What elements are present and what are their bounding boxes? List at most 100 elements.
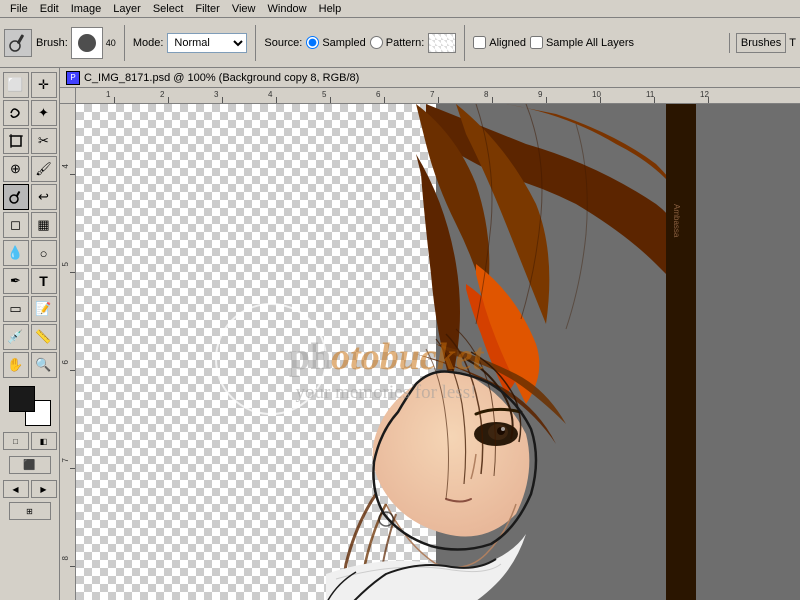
doc-icon: P [66, 71, 80, 85]
menu-edit[interactable]: Edit [34, 2, 65, 16]
ruler-h-mark-3: 3 [214, 90, 218, 99]
shape-tool[interactable]: ▭ [3, 296, 29, 322]
ruler-h-mark-5: 5 [322, 90, 326, 99]
tool-row-4: ⊕ 🖌 [3, 156, 57, 182]
ruler-h-tick-1 [114, 97, 115, 103]
tool-row-7: 💧 ○ [3, 240, 57, 266]
nav-right[interactable]: ▶ [31, 480, 57, 498]
canvas-title-text: C_IMG_8171.psd @ 100% (Background copy 8… [84, 72, 359, 84]
lasso-tool[interactable] [3, 100, 29, 126]
main-toolbar: Brush: 40 Mode: Normal Source: Sampled P… [0, 18, 800, 68]
healing-tool[interactable]: ⊕ [3, 156, 29, 182]
ruler-h-tick-3 [222, 97, 223, 103]
tool-row-3: ✂ [3, 128, 57, 154]
nav-area: ◀ ▶ [3, 480, 57, 498]
sampled-label: Sampled [322, 37, 365, 49]
ruler-h-mark-4: 4 [268, 90, 272, 99]
separator-2 [255, 25, 256, 61]
menu-layer[interactable]: Layer [107, 2, 147, 16]
tool-row-5: ↩ [3, 184, 57, 210]
gradient-tool[interactable]: ▦ [31, 212, 57, 238]
ruler-h-tick-6 [384, 97, 385, 103]
pattern-radio[interactable] [370, 36, 383, 49]
tool-row-9: ▭ 📝 [3, 296, 57, 322]
ruler-v-tick-4 [70, 174, 75, 175]
separator-3 [464, 25, 465, 61]
ruler-h-mark-9: 9 [538, 90, 542, 99]
slice-tool[interactable]: ✂ [31, 128, 57, 154]
pattern-swatch[interactable] [428, 33, 456, 53]
ruler-v-tick-5 [70, 272, 75, 273]
menu-select[interactable]: Select [147, 2, 190, 16]
quickmask-mode[interactable]: ◧ [31, 432, 57, 450]
menu-help[interactable]: Help [313, 2, 348, 16]
aligned-checkbox[interactable] [473, 36, 486, 49]
nav-area-2: ⊞ [9, 502, 51, 520]
brush-preview[interactable] [71, 27, 103, 59]
eyedropper-tool[interactable]: 💉 [3, 324, 29, 350]
source-label: Source: [264, 37, 302, 49]
nav-left[interactable]: ◀ [3, 480, 29, 498]
ruler-h-tick-11 [654, 97, 655, 103]
ruler-h-tick-12 [708, 97, 709, 103]
ruler-h-tick-9 [546, 97, 547, 103]
text-tool[interactable]: T [31, 268, 57, 294]
tool-row-6: ◻ ▦ [3, 212, 57, 238]
sampled-radio-group: Sampled [306, 36, 365, 49]
canvas-titlebar: P C_IMG_8171.psd @ 100% (Background copy… [60, 68, 800, 88]
brush-tool[interactable]: 🖌 [31, 156, 57, 182]
crop-tool[interactable] [3, 128, 29, 154]
menu-window[interactable]: Window [262, 2, 313, 16]
menu-image[interactable]: Image [65, 2, 108, 16]
canvas-workspace[interactable]: Ambassa ph [76, 104, 800, 600]
mode-dropdown[interactable]: Normal [167, 33, 247, 53]
menu-filter[interactable]: Filter [189, 2, 225, 16]
ruler-h-mark-2: 2 [160, 90, 164, 99]
history-brush-tool[interactable]: ↩ [31, 184, 57, 210]
dodge-tool[interactable]: ○ [31, 240, 57, 266]
screen-mode-area: ⬛ [9, 456, 51, 474]
mode-area: □ ◧ [3, 432, 57, 450]
aligned-check-group: Aligned [473, 36, 526, 49]
measure-tool[interactable]: 📏 [31, 324, 57, 350]
ruler-h-tick-7 [438, 97, 439, 103]
ruler-h-tick-10 [600, 97, 601, 103]
hand-tool[interactable]: ✋ [3, 352, 29, 378]
ruler-v-mark-7: 7 [61, 458, 70, 462]
pattern-radio-group: Pattern: [370, 36, 425, 49]
menu-file[interactable]: File [4, 2, 34, 16]
brushes-button[interactable]: Brushes [736, 33, 786, 53]
tool-row-2: ✦ [3, 100, 57, 126]
zoom-tool[interactable]: 🔍 [31, 352, 57, 378]
ruler-v-mark-4: 4 [61, 164, 70, 168]
ruler-h-tick-4 [276, 97, 277, 103]
tool-row-11: ✋ 🔍 [3, 352, 57, 378]
brush-label: Brush: [36, 37, 68, 49]
eraser-tool[interactable]: ◻ [3, 212, 29, 238]
move-tool[interactable]: ✛ [31, 72, 57, 98]
t-label: T [789, 37, 796, 49]
standard-mode[interactable]: □ [3, 432, 29, 450]
v-ruler-content: 45678 [60, 104, 75, 600]
notes-tool[interactable]: 📝 [31, 296, 57, 322]
sample-all-checkbox[interactable] [530, 36, 543, 49]
separator-1 [124, 25, 125, 61]
clone-stamp-tool-icon[interactable] [4, 29, 32, 57]
ruler-h-mark-6: 6 [376, 90, 380, 99]
ruler-v-mark-5: 5 [61, 262, 70, 266]
left-ruler: 45678 [60, 104, 76, 600]
menu-view[interactable]: View [226, 2, 262, 16]
foreground-color[interactable] [9, 386, 35, 412]
blur-tool[interactable]: 💧 [3, 240, 29, 266]
ruler-corner [60, 88, 76, 104]
svg-text:Ambassa: Ambassa [672, 204, 681, 238]
magic-wand-tool[interactable]: ✦ [31, 100, 57, 126]
nav-btn-1[interactable]: ⊞ [9, 502, 51, 520]
ruler-v-tick-6 [70, 370, 75, 371]
screen-mode-btn[interactable]: ⬛ [9, 456, 51, 474]
pen-tool[interactable]: ✒ [3, 268, 29, 294]
sampled-radio[interactable] [306, 36, 319, 49]
h-ruler-content: 123456789101112 [76, 88, 800, 103]
clone-stamp-tool[interactable] [3, 184, 29, 210]
marquee-tool[interactable]: ⬜ [3, 72, 29, 98]
